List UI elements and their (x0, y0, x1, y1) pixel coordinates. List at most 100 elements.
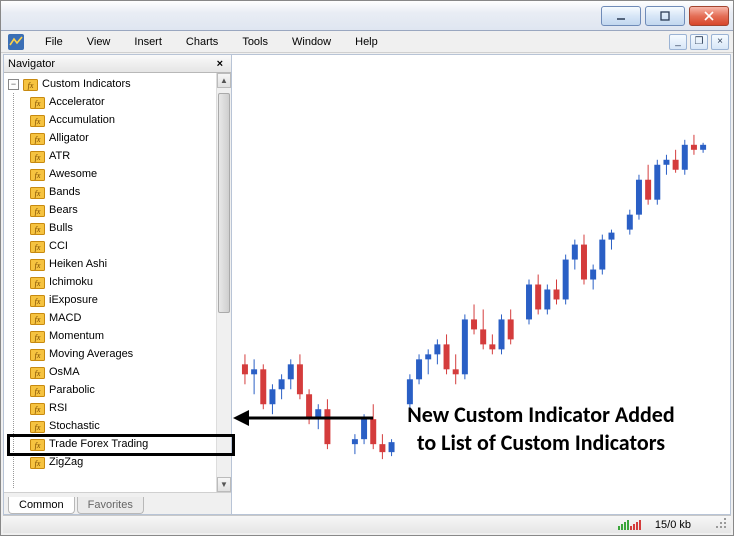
tree-item[interactable]: fxAccumulation (8, 111, 216, 129)
svg-text:fx: fx (35, 459, 41, 468)
svg-text:fx: fx (35, 171, 41, 180)
svg-text:fx: fx (35, 189, 41, 198)
tree-item-label: Bears (49, 204, 78, 216)
indicator-icon: fx (30, 329, 45, 343)
svg-text:fx: fx (35, 279, 41, 288)
tree-item-label: OsMA (49, 366, 80, 378)
maximize-button[interactable] (645, 6, 685, 26)
indicator-icon: fx (30, 167, 45, 181)
tree-item[interactable]: fx Bears (8, 201, 216, 219)
close-button[interactable] (689, 6, 729, 26)
tree-item-label: Heiken Ashi (49, 258, 107, 270)
navigator-close-button[interactable]: × (213, 58, 227, 70)
tree-item[interactable]: fx MACD (8, 309, 216, 327)
menu-window[interactable]: Window (280, 34, 343, 50)
tree-root-item[interactable]: − fx Custom Indicators (8, 75, 216, 93)
mdi-minimize-button[interactable]: _ (669, 34, 687, 50)
tree-item-label: Alligator (49, 132, 89, 144)
tree-item[interactable]: fxMoving Averages (8, 345, 216, 363)
tree-item[interactable]: fxRSI (8, 399, 216, 417)
menu-file[interactable]: File (33, 34, 75, 50)
indicator-icon: fx (30, 365, 45, 379)
tree-item[interactable]: fxTrade Forex Trading (8, 435, 216, 453)
indicator-icon: fx (30, 347, 45, 361)
indicator-icon: fx (30, 383, 45, 397)
indicator-icon: fx (30, 419, 45, 433)
svg-text:fx: fx (35, 405, 41, 414)
tree-item[interactable]: fxBands (8, 183, 216, 201)
scroll-thumb[interactable] (218, 93, 230, 313)
tree-item[interactable]: fx iExposure (8, 291, 216, 309)
tree-item-label: ATR (49, 150, 70, 162)
indicator-icon: fx (30, 149, 45, 163)
svg-text:fx: fx (28, 81, 34, 90)
status-bar: 15/0 kb (3, 515, 731, 533)
app-icon (7, 33, 25, 51)
navigator-titlebar: Navigator × (4, 55, 231, 73)
annotation-line1: New Custom Indicator Added (407, 401, 674, 428)
annotation-text: New Custom Indicator Added to List of Cu… (371, 401, 711, 456)
svg-text:fx: fx (35, 243, 41, 252)
tree-item-label: CCI (49, 240, 68, 252)
svg-text:fx: fx (35, 441, 41, 450)
indicator-icon: fx (30, 131, 45, 145)
indicator-icon: fx (30, 293, 45, 307)
tree-item[interactable]: fxZigZag (8, 453, 216, 471)
tree-item-label: Ichimoku (49, 276, 93, 288)
navigator-scrollbar[interactable]: ▲ ▼ (216, 73, 231, 492)
minimize-button[interactable] (601, 6, 641, 26)
indicator-icon: fx (30, 203, 45, 217)
navigator-panel: Navigator × − fx Custom Indicators fxAcc… (4, 55, 232, 514)
svg-text:fx: fx (35, 117, 41, 126)
menu-view[interactable]: View (75, 34, 123, 50)
indicator-icon: fx (30, 221, 45, 235)
indicator-icon: fx (30, 95, 45, 109)
tree-item-label: iExposure (49, 294, 98, 306)
scroll-down-button[interactable]: ▼ (217, 477, 231, 492)
mdi-close-button[interactable]: × (711, 34, 729, 50)
tree-item[interactable]: fx Awesome (8, 165, 216, 183)
scroll-up-button[interactable]: ▲ (217, 73, 231, 88)
tree-item[interactable]: fxHeiken Ashi (8, 255, 216, 273)
svg-text:fx: fx (35, 207, 41, 216)
tree-item[interactable]: fx Ichimoku (8, 273, 216, 291)
navigator-tree-area: − fx Custom Indicators fxAcceleratorfxAc… (4, 73, 231, 492)
tab-favorites[interactable]: Favorites (77, 497, 144, 514)
tree-item[interactable]: fxAccelerator (8, 93, 216, 111)
menu-charts[interactable]: Charts (174, 34, 230, 50)
tree-item-label: Awesome (49, 168, 97, 180)
indicator-icon: fx (30, 113, 45, 127)
tree-item[interactable]: fxParabolic (8, 381, 216, 399)
annotation-line2: to List of Custom Indicators (417, 429, 665, 456)
tree-item[interactable]: fx Bulls (8, 219, 216, 237)
tree-item-label: MACD (49, 312, 81, 324)
app-window: File View Insert Charts Tools Window Hel… (0, 0, 734, 536)
tab-common[interactable]: Common (8, 497, 75, 514)
tree-item[interactable]: fx CCI (8, 237, 216, 255)
tree-item[interactable]: fxMomentum (8, 327, 216, 345)
svg-text:fx: fx (35, 387, 41, 396)
window-titlebar (1, 1, 733, 31)
menu-tools[interactable]: Tools (230, 34, 280, 50)
mdi-restore-button[interactable]: ❐ (690, 34, 708, 50)
indicator-icon: fx (30, 437, 45, 451)
tree-root-label: Custom Indicators (42, 78, 131, 90)
tree-item-label: Bulls (49, 222, 73, 234)
svg-text:fx: fx (35, 423, 41, 432)
tree-item[interactable]: fx OsMA (8, 363, 216, 381)
menu-insert[interactable]: Insert (122, 34, 174, 50)
svg-text:fx: fx (35, 297, 41, 306)
navigator-tree[interactable]: − fx Custom Indicators fxAcceleratorfxAc… (4, 73, 216, 492)
resize-grip-icon[interactable] (716, 518, 728, 530)
tree-item[interactable]: fx ATR (8, 147, 216, 165)
svg-text:fx: fx (35, 315, 41, 324)
collapse-icon[interactable]: − (8, 79, 19, 90)
connection-bars-icon (618, 520, 641, 530)
menu-help[interactable]: Help (343, 34, 390, 50)
navigator-title: Navigator (8, 58, 55, 70)
tree-item[interactable]: fx Alligator (8, 129, 216, 147)
svg-text:fx: fx (35, 135, 41, 144)
tree-item[interactable]: fxStochastic (8, 417, 216, 435)
svg-text:fx: fx (35, 351, 41, 360)
menu-bar: File View Insert Charts Tools Window Hel… (1, 31, 733, 53)
